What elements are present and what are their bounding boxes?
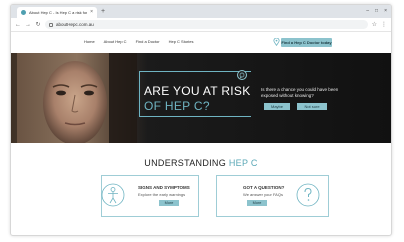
browser-toolbar: ← → ↻ aboutHepc.com.au ☆ ⋮ — [11, 18, 391, 32]
card-subtitle: We answer your FAQs — [243, 192, 283, 197]
maximize-icon[interactable]: □ — [375, 7, 378, 15]
url-text: aboutHepc.com.au — [56, 22, 94, 27]
close-window-icon[interactable]: × — [384, 7, 387, 15]
tab-bar: About Hep C - Is Hep C a risk for me? × … — [11, 5, 391, 18]
favicon-icon — [21, 10, 26, 15]
back-icon[interactable]: ← — [15, 22, 21, 28]
chat-bubble-icon — [237, 70, 247, 80]
menu-dots-icon[interactable]: ⋮ — [381, 21, 387, 28]
site-header: Home About Hep C Find a Doctor Hep C Sto… — [11, 33, 391, 53]
find-doctor-button[interactable]: Find a Hep C Doctor today — [281, 38, 332, 47]
question-icon — [296, 183, 320, 207]
maybe-button[interactable]: Maybe — [264, 103, 290, 110]
heading-accent: HEP C — [228, 158, 258, 168]
new-tab-icon[interactable]: + — [101, 7, 105, 16]
signs-symptoms-card[interactable]: SIGNS AND SYMPTOMS Explore the early war… — [101, 175, 199, 217]
bookmark-star-icon[interactable]: ☆ — [372, 21, 377, 28]
nav-find-a-doctor[interactable]: Find a Doctor — [136, 39, 160, 44]
card-title: GOT A QUESTION? — [243, 185, 285, 190]
nav-hep-c-stories[interactable]: Hep C Stories — [169, 39, 194, 44]
card-subtitle: Explore the early warnings — [138, 192, 186, 197]
browser-tab[interactable]: About Hep C - Is Hep C a risk for me? × — [17, 7, 97, 18]
window-controls: – □ × — [366, 7, 387, 15]
body-icon — [101, 183, 125, 207]
browser-window: About Hep C - Is Hep C a risk for me? × … — [10, 4, 392, 236]
understanding-heading: UNDERSTANDING HEP C — [11, 158, 391, 168]
heading-prefix: UNDERSTANDING — [144, 158, 229, 168]
faq-card[interactable]: GOT A QUESTION? We answer your FAQs More — [216, 175, 329, 217]
tab-title: About Hep C - Is Hep C a risk for me? — [29, 10, 88, 15]
hero-portrait-image — [17, 53, 137, 143]
minimize-icon[interactable]: – — [366, 7, 369, 15]
hero-banner: ARE YOU AT RISK OF HEP C? Is there a cha… — [11, 53, 391, 143]
hero-title-line1: ARE YOU AT RISK — [144, 84, 251, 98]
tab-close-icon[interactable]: × — [90, 10, 93, 15]
not-sure-button[interactable]: Not sure — [297, 103, 327, 110]
lock-icon — [49, 22, 53, 27]
hero-question-text: Is there a chance you could have been ex… — [261, 87, 339, 98]
main-nav: Home About Hep C Find a Doctor Hep C Sto… — [84, 39, 194, 44]
location-pin-icon — [273, 38, 280, 46]
address-bar[interactable]: aboutHepc.com.au — [45, 20, 368, 29]
nav-about-hep-c[interactable]: About Hep C — [104, 39, 127, 44]
signs-more-button[interactable]: More — [159, 200, 179, 206]
card-title: SIGNS AND SYMPTOMS — [138, 185, 190, 190]
forward-icon[interactable]: → — [25, 22, 31, 28]
faq-more-button[interactable]: More — [247, 200, 267, 206]
reload-icon[interactable]: ↻ — [35, 22, 41, 28]
hero-title-line2: OF HEP C? — [144, 99, 210, 113]
nav-home[interactable]: Home — [84, 39, 95, 44]
